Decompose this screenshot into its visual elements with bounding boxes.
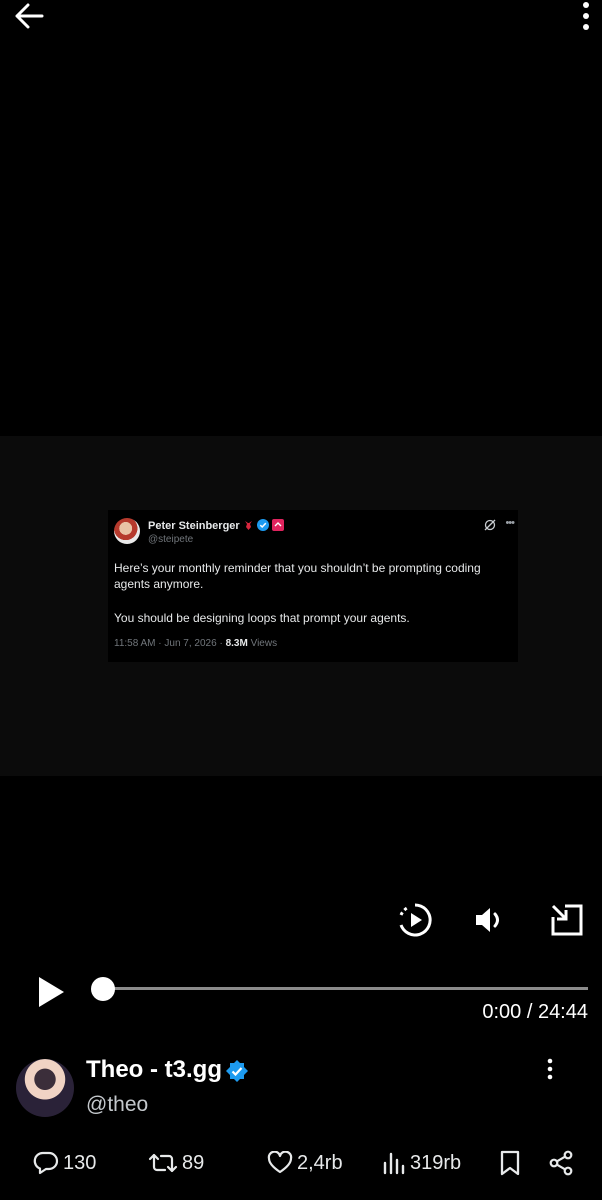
share-icon xyxy=(549,1150,573,1176)
more-vertical-icon xyxy=(547,1058,553,1080)
author-more-button[interactable] xyxy=(538,1058,562,1082)
author-avatar[interactable] xyxy=(16,1059,74,1117)
play-icon xyxy=(39,977,64,1007)
picture-in-picture-button[interactable] xyxy=(547,900,587,940)
tweet-avatar xyxy=(114,518,140,544)
reply-icon xyxy=(33,1151,59,1175)
autoplay-button[interactable] xyxy=(395,900,435,940)
badge-icon xyxy=(272,519,284,531)
author-name[interactable]: Theo - t3.gg xyxy=(86,1056,222,1084)
tweet-time: 11:58 AM · Jun 7, 2026 · xyxy=(114,638,226,649)
tweet-text: Here’s your monthly reminder that you sh… xyxy=(114,560,514,626)
reply-button[interactable]: 130 xyxy=(33,1148,96,1178)
repost-button[interactable]: 89 xyxy=(148,1148,204,1178)
heart-icon xyxy=(267,1151,293,1174)
more-vertical-icon xyxy=(583,2,589,30)
picture-in-picture-icon xyxy=(551,904,583,936)
tweet-author-name: Peter Steinberger xyxy=(148,520,240,532)
autoplay-icon xyxy=(399,903,432,937)
reply-count: 130 xyxy=(63,1151,97,1174)
tweet-views-label: Views xyxy=(247,638,278,649)
bookmark-button[interactable] xyxy=(499,1148,521,1178)
tweet-meta: 11:58 AM · Jun 7, 2026 · 8.3M Views xyxy=(114,638,277,649)
tweet-views-count: 8.3M xyxy=(225,638,248,649)
views-button[interactable]: 319rb xyxy=(382,1148,461,1178)
grok-icon xyxy=(484,519,496,531)
share-button[interactable] xyxy=(548,1148,574,1178)
volume-icon xyxy=(476,908,499,932)
like-count: 2,4rb xyxy=(297,1151,343,1174)
repost-icon xyxy=(148,1153,178,1173)
tweet-text-paragraph: Here’s your monthly reminder that you sh… xyxy=(114,561,481,591)
playback-time: 0:00 / 24:44 xyxy=(482,1001,588,1023)
verified-icon xyxy=(257,519,269,531)
progress-track[interactable] xyxy=(102,987,588,990)
volume-button[interactable] xyxy=(470,900,510,940)
views-icon xyxy=(383,1152,405,1175)
tweet-text-paragraph: You should be designing loops that promp… xyxy=(114,611,410,625)
more-options-button[interactable] xyxy=(530,0,590,32)
views-count: 319rb xyxy=(410,1151,462,1174)
tweet-more-icon: ••• xyxy=(505,517,515,529)
back-button[interactable] xyxy=(14,0,74,32)
bookmark-icon xyxy=(500,1150,520,1176)
arrow-left-icon xyxy=(15,3,44,29)
tweet-handle: @steipete xyxy=(148,534,194,545)
like-button[interactable]: 2,4rb xyxy=(267,1148,343,1178)
embedded-tweet: Peter Steinberger @steipete ••• Here’s y… xyxy=(108,510,518,662)
author-handle[interactable]: @theo xyxy=(86,1093,148,1117)
video-player-page: Peter Steinberger @steipete ••• Here’s y… xyxy=(0,0,602,1200)
progress-scrubber[interactable] xyxy=(91,977,115,1001)
lobster-icon xyxy=(245,520,252,530)
verified-icon xyxy=(226,1060,248,1082)
tweet-badges xyxy=(243,519,284,531)
repost-count: 89 xyxy=(182,1151,205,1174)
play-button[interactable] xyxy=(36,975,72,1013)
